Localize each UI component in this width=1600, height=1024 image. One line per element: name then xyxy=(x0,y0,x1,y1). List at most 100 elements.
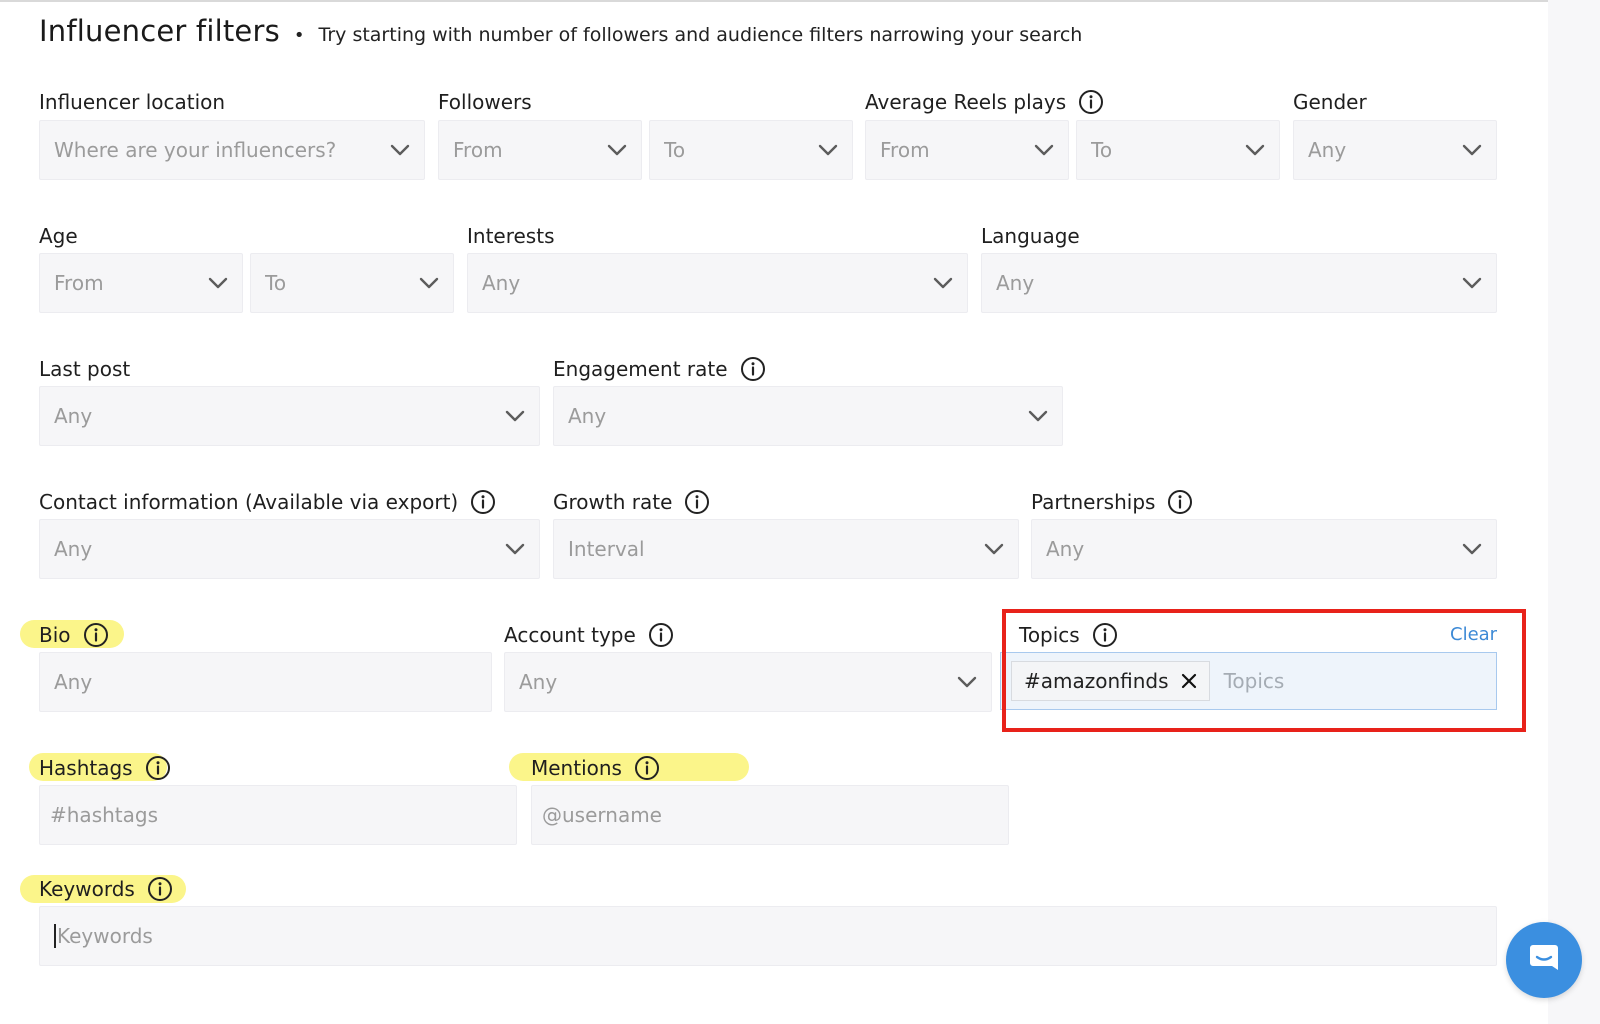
account-type-label-text: Account type xyxy=(504,623,636,647)
chevron-down-icon xyxy=(505,543,525,555)
chevron-down-icon xyxy=(1462,543,1482,555)
keywords-placeholder: Keywords xyxy=(57,924,153,948)
info-icon[interactable] xyxy=(684,489,710,515)
text-cursor xyxy=(54,924,56,948)
last-post-select[interactable]: Any xyxy=(39,386,540,446)
right-gutter xyxy=(1548,0,1600,1024)
info-icon[interactable] xyxy=(648,622,674,648)
avg-reels-to-value: To xyxy=(1091,138,1113,162)
chevron-down-icon xyxy=(390,144,410,156)
account-type-select[interactable]: Any xyxy=(504,652,992,712)
age-from-select[interactable]: From xyxy=(39,253,243,313)
influencer-location-select[interactable]: Where are your influencers? xyxy=(39,120,425,180)
language-label: Language xyxy=(981,222,1080,250)
growth-rate-value: Interval xyxy=(568,537,645,561)
chevron-down-icon xyxy=(1034,144,1054,156)
engagement-rate-select[interactable]: Any xyxy=(553,386,1063,446)
chevron-down-icon xyxy=(818,144,838,156)
bio-label: Bio xyxy=(39,621,109,649)
followers-from-select[interactable]: From xyxy=(438,120,642,180)
age-to-select[interactable]: To xyxy=(250,253,454,313)
language-value: Any xyxy=(996,271,1035,295)
last-post-label: Last post xyxy=(39,355,130,383)
contact-info-select[interactable]: Any xyxy=(39,519,540,579)
info-icon[interactable] xyxy=(145,755,171,781)
partnerships-value: Any xyxy=(1046,537,1085,561)
engagement-rate-label: Engagement rate xyxy=(553,355,766,383)
avg-reels-plays-label-text: Average Reels plays xyxy=(865,90,1067,114)
followers-label-text: Followers xyxy=(438,90,532,114)
info-icon[interactable] xyxy=(1078,89,1104,115)
age-label: Age xyxy=(39,222,78,250)
chevron-down-icon xyxy=(419,277,439,289)
top-border xyxy=(0,0,1600,2)
header-subtitle: Try starting with number of followers an… xyxy=(318,24,1083,46)
contact-info-value: Any xyxy=(54,537,93,561)
language-select[interactable]: Any xyxy=(981,253,1497,313)
info-icon[interactable] xyxy=(470,489,496,515)
account-type-label: Account type xyxy=(504,621,674,649)
followers-label: Followers xyxy=(438,88,532,116)
growth-rate-label: Growth rate xyxy=(553,488,710,516)
mentions-placeholder: @username xyxy=(542,803,662,827)
info-icon[interactable] xyxy=(634,755,660,781)
chevron-down-icon xyxy=(1462,277,1482,289)
chevron-down-icon xyxy=(607,144,627,156)
interests-value: Any xyxy=(482,271,521,295)
gender-label: Gender xyxy=(1293,88,1367,116)
interests-label: Interests xyxy=(467,222,555,250)
avg-reels-plays-label: Average Reels plays xyxy=(865,88,1104,116)
age-from-value: From xyxy=(54,271,104,295)
bio-label-text: Bio xyxy=(39,623,71,647)
chevron-down-icon xyxy=(1245,144,1265,156)
info-icon[interactable] xyxy=(83,622,109,648)
account-type-value: Any xyxy=(519,670,558,694)
partnerships-select[interactable]: Any xyxy=(1031,519,1497,579)
filters-header: Influencer filters • Try starting with n… xyxy=(39,14,1082,48)
chat-launcher-button[interactable] xyxy=(1506,922,1582,998)
avg-reels-to-select[interactable]: To xyxy=(1076,120,1280,180)
interests-label-text: Interests xyxy=(467,224,555,248)
mentions-input[interactable]: @username xyxy=(531,785,1009,845)
engagement-rate-value: Any xyxy=(568,404,607,428)
hashtags-label-text: Hashtags xyxy=(39,756,133,780)
chevron-down-icon xyxy=(957,676,977,688)
info-icon[interactable] xyxy=(1167,489,1193,515)
keywords-input[interactable]: Keywords xyxy=(39,906,1497,966)
engagement-rate-label-text: Engagement rate xyxy=(553,357,728,381)
followers-from-value: From xyxy=(453,138,503,162)
age-label-text: Age xyxy=(39,224,78,248)
avg-reels-from-value: From xyxy=(880,138,930,162)
info-icon[interactable] xyxy=(147,876,173,902)
contact-info-label: Contact information (Available via expor… xyxy=(39,488,496,516)
gender-value: Any xyxy=(1308,138,1347,162)
chevron-down-icon xyxy=(933,277,953,289)
chevron-down-icon xyxy=(1028,410,1048,422)
influencer-location-label-text: Influencer location xyxy=(39,90,226,114)
hashtags-label: Hashtags xyxy=(39,754,171,782)
age-to-value: To xyxy=(265,271,287,295)
chevron-down-icon xyxy=(1462,144,1482,156)
growth-rate-label-text: Growth rate xyxy=(553,490,673,514)
last-post-value: Any xyxy=(54,404,93,428)
influencer-location-label: Influencer location xyxy=(39,88,225,116)
header-separator: • xyxy=(293,25,305,46)
followers-to-value: To xyxy=(664,138,686,162)
influencer-location-value: Where are your influencers? xyxy=(54,138,337,162)
chevron-down-icon xyxy=(984,543,1004,555)
avg-reels-from-select[interactable]: From xyxy=(865,120,1069,180)
mentions-label: Mentions xyxy=(531,754,660,782)
interests-select[interactable]: Any xyxy=(467,253,968,313)
keywords-label: Keywords xyxy=(39,875,173,903)
growth-rate-select[interactable]: Interval xyxy=(553,519,1019,579)
hashtags-input[interactable]: #hashtags xyxy=(39,785,517,845)
gender-select[interactable]: Any xyxy=(1293,120,1497,180)
partnerships-label: Partnerships xyxy=(1031,488,1193,516)
chat-icon xyxy=(1526,940,1562,980)
annotation-box xyxy=(1002,609,1526,732)
contact-info-label-text: Contact information (Available via expor… xyxy=(39,490,459,514)
info-icon[interactable] xyxy=(740,356,766,382)
bio-input[interactable]: Any xyxy=(39,652,492,712)
followers-to-select[interactable]: To xyxy=(649,120,853,180)
chevron-down-icon xyxy=(505,410,525,422)
